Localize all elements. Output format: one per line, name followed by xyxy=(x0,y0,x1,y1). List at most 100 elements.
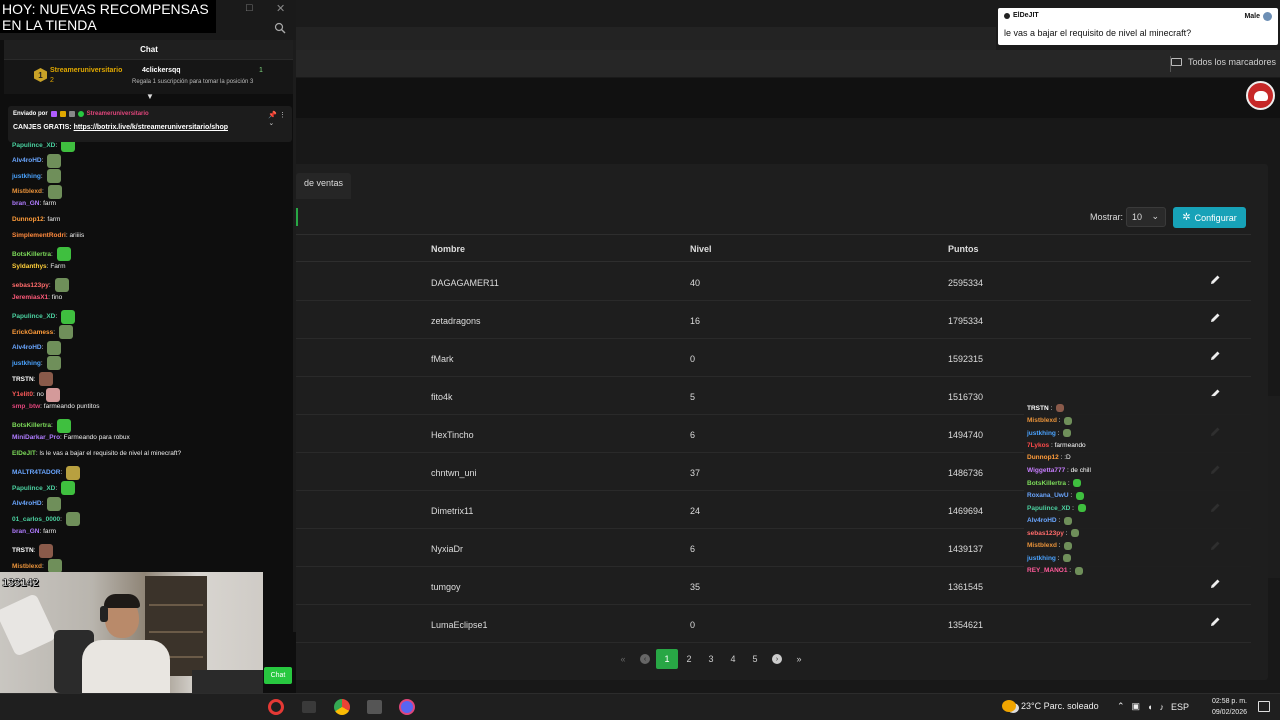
chat-text: farm xyxy=(43,200,57,208)
pin-icon[interactable]: 📌 xyxy=(268,112,277,119)
speaker-icon[interactable]: ♪ xyxy=(1160,702,1165,712)
network-icon[interactable]: ▣ xyxy=(1132,701,1141,712)
chat-username[interactable]: 01_carlos_0000 xyxy=(12,516,60,523)
chat-username[interactable]: BotsKillertra xyxy=(12,251,51,258)
chat-toggle-button[interactable]: Chat xyxy=(264,667,292,684)
discord-icon[interactable] xyxy=(399,699,415,715)
chat-username[interactable]: Papulince_XD xyxy=(12,313,55,320)
pinned-message: Enviado por Streameruniversitario CANJES… xyxy=(8,106,292,142)
tab-sales[interactable]: de ventas xyxy=(296,173,352,199)
more-icon[interactable]: ⋮ xyxy=(279,112,286,119)
close-icon[interactable]: ✕ xyxy=(276,2,285,15)
page-3-button[interactable]: 3 xyxy=(700,649,722,669)
chat-username[interactable]: smp_btw xyxy=(12,403,40,410)
chat-text: farmeando puntitos xyxy=(43,403,100,411)
edit-icon[interactable] xyxy=(1208,273,1222,287)
chat-username[interactable]: justkhing xyxy=(12,173,41,180)
page-1-button[interactable]: 1 xyxy=(656,649,678,669)
notifications-icon[interactable] xyxy=(1258,701,1270,712)
chat-username[interactable]: Alv4roHD xyxy=(12,344,42,351)
chat-username[interactable]: BotsKillertra xyxy=(12,422,51,429)
next-page-button[interactable]: › xyxy=(766,649,788,669)
bot-avatar[interactable] xyxy=(1246,81,1275,110)
chat-username[interactable]: TRSTN xyxy=(12,547,34,554)
stream-title-overlay: HOY: NUEVAS RECOMPENSAS EN LA TIENDA xyxy=(0,0,216,33)
weather-widget[interactable]: 23°C Parc. soleado xyxy=(1002,700,1099,712)
column-level[interactable]: Nivel xyxy=(690,244,712,254)
chat-username[interactable]: ErickGamess xyxy=(12,329,53,336)
column-points[interactable]: Puntos xyxy=(948,244,979,254)
chrome-icon[interactable] xyxy=(334,699,350,715)
emote-icon xyxy=(1071,529,1080,537)
chat-username[interactable]: Papulince_XD xyxy=(12,142,55,149)
emote-icon xyxy=(1074,566,1083,575)
viewer-counter: 133142 xyxy=(2,577,39,590)
chat-username[interactable]: JeremiasX1 xyxy=(12,294,48,301)
pinned-text-prefix: CANJES GRATIS: xyxy=(13,124,72,131)
page-2-button[interactable]: 2 xyxy=(678,649,700,669)
page-4-button[interactable]: 4 xyxy=(722,649,744,669)
maximize-icon[interactable]: □ xyxy=(246,2,253,14)
pinned-link[interactable]: https://botrix.live/k/streameruniversita… xyxy=(74,124,228,131)
table-row: DAGAGAMER11 40 2595334 xyxy=(296,263,1251,301)
obs-icon[interactable] xyxy=(367,700,382,714)
leaderboard-top-user: Streameruniversitario xyxy=(50,67,123,74)
chat-username[interactable]: bran_GN xyxy=(12,200,39,207)
edit-icon[interactable] xyxy=(1208,577,1222,591)
chat-username[interactable]: Papulince_XD xyxy=(12,485,55,492)
taskbar-clock[interactable]: 02:58 p. m. 09/02/2026 xyxy=(1200,696,1247,718)
emote-icon xyxy=(47,496,62,511)
webcam-feed: 133142 xyxy=(0,572,263,693)
edit-icon[interactable] xyxy=(1208,311,1222,325)
chat-message: Papulince_XD: xyxy=(12,481,75,496)
chat-username[interactable]: MALTR4TADOR xyxy=(12,469,61,476)
chevron-up-icon[interactable]: ⌃ xyxy=(1117,701,1125,712)
chat-username[interactable]: Y1elit0 xyxy=(12,391,33,398)
prev-page-button[interactable]: ‹ xyxy=(634,649,656,669)
page-size-select[interactable]: 10 ⌄ xyxy=(1126,207,1166,227)
chat-username: Mistblexd xyxy=(1027,542,1057,549)
emote-icon xyxy=(1063,429,1072,437)
row-name: Dimetrix11 xyxy=(431,506,474,516)
chat-username[interactable]: bran_GN xyxy=(12,528,39,535)
emote-icon xyxy=(47,184,62,199)
emote-icon xyxy=(47,340,62,355)
language-indicator[interactable]: ESP xyxy=(1171,702,1189,712)
chat-username: Dunnop12 xyxy=(1027,454,1059,461)
overlay-chat-message: Roxana_UwU : xyxy=(1027,491,1084,500)
configure-button[interactable]: ✲ Configurar xyxy=(1173,207,1246,228)
chat-username[interactable]: Mistblexd xyxy=(12,563,42,570)
chat-message: smp_btw: farmeando puntitos xyxy=(12,403,100,411)
app-icon[interactable] xyxy=(302,701,316,713)
chat-username[interactable]: Mistblexd xyxy=(12,188,42,195)
chat-message: 01_carlos_0000: xyxy=(12,512,80,527)
chat-username[interactable]: MiniDarkar_Pro xyxy=(12,434,60,441)
chat-username[interactable]: SimplementRodri xyxy=(12,232,66,239)
chevron-down-icon[interactable]: ⌄ xyxy=(268,120,274,127)
edit-icon[interactable] xyxy=(1208,349,1222,363)
collapse-arrow-icon[interactable]: ▼ xyxy=(146,92,154,101)
first-page-button[interactable]: « xyxy=(612,649,634,669)
page-5-button[interactable]: 5 xyxy=(744,649,766,669)
chat-message: Alv4roHD: xyxy=(12,340,62,355)
chat-username[interactable]: sebas123py xyxy=(12,282,49,289)
last-page-button[interactable]: » xyxy=(788,649,810,669)
chat-username[interactable]: justkhing xyxy=(12,360,41,367)
volume-icon[interactable]: ◖ xyxy=(1147,702,1152,712)
search-icon[interactable] xyxy=(274,22,286,34)
chat-scrollbar[interactable] xyxy=(293,40,296,632)
edit-icon[interactable] xyxy=(1208,615,1222,629)
column-name[interactable]: Nombre xyxy=(431,244,465,254)
opera-icon[interactable] xyxy=(268,699,284,715)
chat-username[interactable]: TRSTN xyxy=(12,376,34,383)
chat-username[interactable]: Syldanthys xyxy=(12,263,47,270)
all-bookmarks-button[interactable]: Todos los marcadores xyxy=(1170,57,1276,67)
chat-username[interactable]: ElDeJIT xyxy=(12,450,36,457)
chat-username[interactable]: Alv4roHD xyxy=(12,157,42,164)
chat-username[interactable]: Alv4roHD xyxy=(12,500,42,507)
leaderboard-note: Regala 1 suscripción para tomar la posic… xyxy=(132,79,254,85)
chat-username[interactable]: Dunnop12 xyxy=(12,216,44,223)
chat-message: bran_GN: farm xyxy=(12,528,57,535)
browser-tab-strip[interactable] xyxy=(296,27,996,50)
chat-message: BotsKillertra: xyxy=(12,247,71,262)
